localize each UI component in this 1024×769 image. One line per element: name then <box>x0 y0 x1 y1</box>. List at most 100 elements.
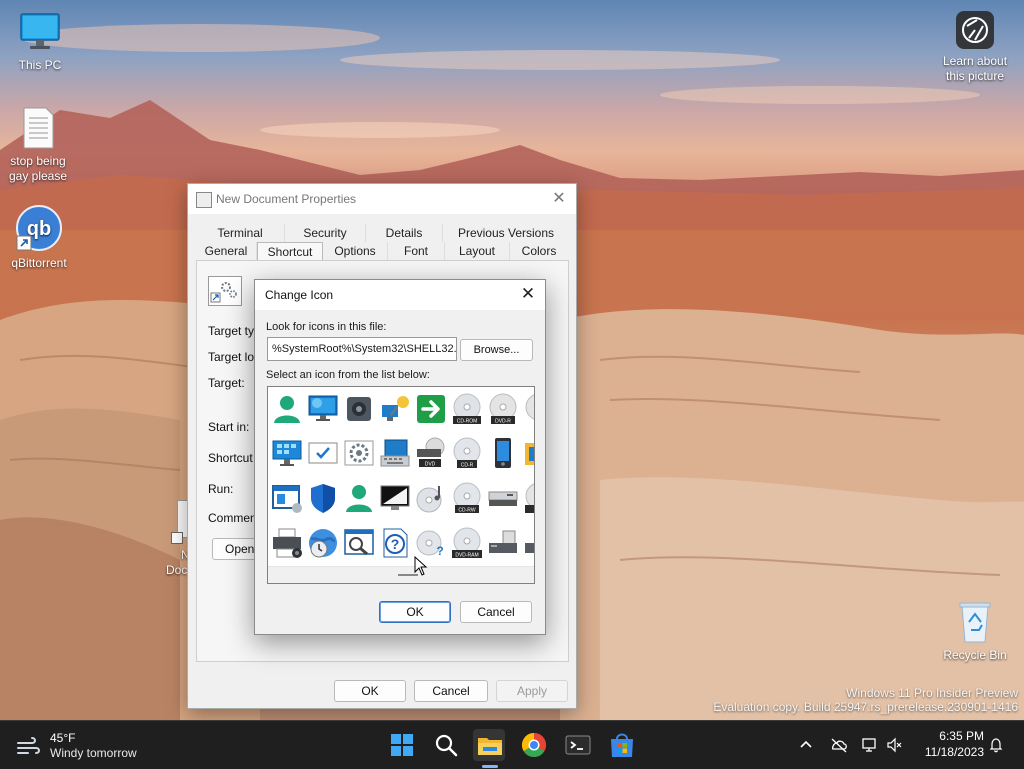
svg-text:CD-R: CD-R <box>461 463 474 469</box>
cdr-icon[interactable]: CD-R <box>451 437 483 469</box>
properties-titlebar[interactable]: New Document Properties ✕ <box>188 184 576 214</box>
change-icon-title: Change Icon <box>265 288 334 302</box>
tab-previous-versions[interactable]: Previous Versions <box>443 224 569 242</box>
search-icon[interactable] <box>430 729 462 761</box>
gear-icon[interactable] <box>343 437 375 469</box>
target-type-label: Target typ <box>208 324 261 338</box>
spotlight-label-line1: Learn about <box>942 54 1008 68</box>
search-window-icon[interactable] <box>343 527 375 559</box>
icon-list-horizontal-scrollbar[interactable] <box>268 566 534 583</box>
network-icon[interactable] <box>379 393 411 425</box>
monitor-icon[interactable] <box>307 393 339 425</box>
properties-apply-button: Apply <box>496 680 568 702</box>
clock-date[interactable]: 11/18/2023 <box>916 745 984 759</box>
network-display-icon[interactable] <box>862 737 878 753</box>
cdrw-icon[interactable]: CD-RW <box>451 482 483 514</box>
properties-ok-button[interactable]: OK <box>334 680 406 702</box>
tab-general[interactable]: General <box>196 242 257 260</box>
shortcut-app-icon <box>196 192 212 208</box>
weather-widget[interactable]: 45°F Windy tomorrow <box>14 731 174 761</box>
chevron-up-icon[interactable] <box>798 737 814 753</box>
disc-partial-icon[interactable] <box>523 393 534 425</box>
phone-icon[interactable] <box>487 437 519 469</box>
shortcut-arrow-icon <box>171 532 183 544</box>
icon-list-label: Select an icon from the list below: <box>266 369 430 381</box>
printer-icon[interactable] <box>271 527 303 559</box>
browse-button[interactable]: Browse... <box>460 339 533 361</box>
tab-font[interactable]: Font <box>388 242 445 260</box>
icon-list[interactable]: CD-ROM DVD-R DVD CD-R CD-RW ? ? DVD-RAM <box>267 386 535 584</box>
file-explorer-icon[interactable] <box>474 729 506 761</box>
control-panel-icon[interactable] <box>271 437 303 469</box>
wind-icon <box>16 735 42 757</box>
onedrive-offline-icon[interactable] <box>830 737 848 753</box>
change-icon-titlebar[interactable]: Change Icon ✕ <box>255 280 545 310</box>
window-icon[interactable] <box>271 482 303 514</box>
tab-layout[interactable]: Layout <box>445 242 510 260</box>
folder-partial-icon[interactable] <box>523 437 534 469</box>
music-disc-icon[interactable] <box>415 482 447 514</box>
screen-icon[interactable] <box>379 482 411 514</box>
desktop-icon-label: Recycle Bin <box>943 648 1007 662</box>
tab-shortcut[interactable]: Shortcut <box>257 242 323 261</box>
checkbox-window-icon[interactable] <box>307 437 339 469</box>
close-icon[interactable]: ✕ <box>550 188 568 208</box>
change-icon-ok-button[interactable]: OK <box>379 601 451 623</box>
desktop-icon-this-pc[interactable]: This PC <box>2 10 78 73</box>
properties-cancel-button[interactable]: Cancel <box>414 680 488 702</box>
drive-dark-icon[interactable] <box>487 527 519 559</box>
clock-time[interactable]: 6:35 PM <box>930 729 984 743</box>
weather-description: Windy tomorrow <box>50 746 137 760</box>
svg-text:CD-RW: CD-RW <box>458 508 475 514</box>
tab-security[interactable]: Security <box>285 224 366 242</box>
dv-partial-icon[interactable] <box>523 482 534 514</box>
monitor-icon <box>18 10 62 54</box>
user-icon[interactable] <box>271 393 303 425</box>
keyboard-icon[interactable] <box>379 437 411 469</box>
windows-evaluation-watermark: Windows 11 Pro Insider Preview Evaluatio… <box>713 686 1018 714</box>
tab-terminal[interactable]: Terminal <box>196 224 285 242</box>
dvd-drive-icon[interactable]: DVD <box>415 437 447 469</box>
speaker-icon[interactable] <box>343 393 375 425</box>
svg-text:DVD: DVD <box>425 462 436 468</box>
notification-bell-icon[interactable] <box>988 737 1004 753</box>
camera-icon <box>955 10 995 50</box>
close-icon[interactable]: ✕ <box>519 284 537 304</box>
weather-temperature: 45°F <box>50 731 76 745</box>
desktop-icon-recycle-bin[interactable]: Recycle Bin <box>937 600 1013 663</box>
desktop-icon-label-line1: stop being <box>10 154 66 168</box>
taskbar: 45°F Windy tomorrow 6:35 PM 11/18/2023 <box>0 720 1024 769</box>
drive-partial-icon[interactable] <box>523 527 534 559</box>
chrome-icon[interactable] <box>518 729 550 761</box>
qbittorrent-icon: qb <box>15 204 63 252</box>
start-icon[interactable] <box>386 729 418 761</box>
globe-clock-icon[interactable] <box>307 527 339 559</box>
spotlight-learn-about-picture[interactable]: Learn about this picture <box>936 10 1014 84</box>
store-icon[interactable] <box>606 729 638 761</box>
run-label: Run: <box>208 482 234 496</box>
desktop-icon-text-document[interactable]: stop being gay please <box>0 106 76 184</box>
tab-details[interactable]: Details <box>366 224 443 242</box>
disc-question-icon[interactable]: ? <box>415 527 447 559</box>
target-label: Target: <box>208 376 245 390</box>
desktop-icon-label-partial-2: Doc <box>166 563 188 577</box>
cdrom-icon[interactable]: CD-ROM <box>451 393 483 425</box>
mouse-cursor-icon <box>414 555 428 576</box>
dvdr-icon[interactable]: DVD-R <box>487 393 519 425</box>
help-icon[interactable]: ? <box>379 527 411 559</box>
volume-muted-icon[interactable] <box>886 737 902 753</box>
svg-text:?: ? <box>436 544 443 558</box>
user-alt-icon[interactable] <box>343 482 375 514</box>
change-icon-cancel-button[interactable]: Cancel <box>460 601 532 623</box>
drive-icon[interactable] <box>487 482 519 514</box>
terminal-icon[interactable] <box>562 729 594 761</box>
desktop-icon-qbittorrent[interactable]: qb qBittorrent <box>1 204 77 271</box>
desktop-icon-new-document-partial[interactable]: N Doc <box>165 500 190 580</box>
tab-options[interactable]: Options <box>323 242 388 260</box>
dvdram-icon[interactable]: DVD-RAM <box>451 527 483 559</box>
start-in-label: Start in: <box>208 420 250 434</box>
arrow-icon[interactable] <box>415 393 447 425</box>
shield-icon[interactable] <box>307 482 339 514</box>
icon-file-path-input[interactable]: %SystemRoot%\System32\SHELL32.dll <box>267 337 457 361</box>
tab-colors[interactable]: Colors <box>510 242 568 260</box>
